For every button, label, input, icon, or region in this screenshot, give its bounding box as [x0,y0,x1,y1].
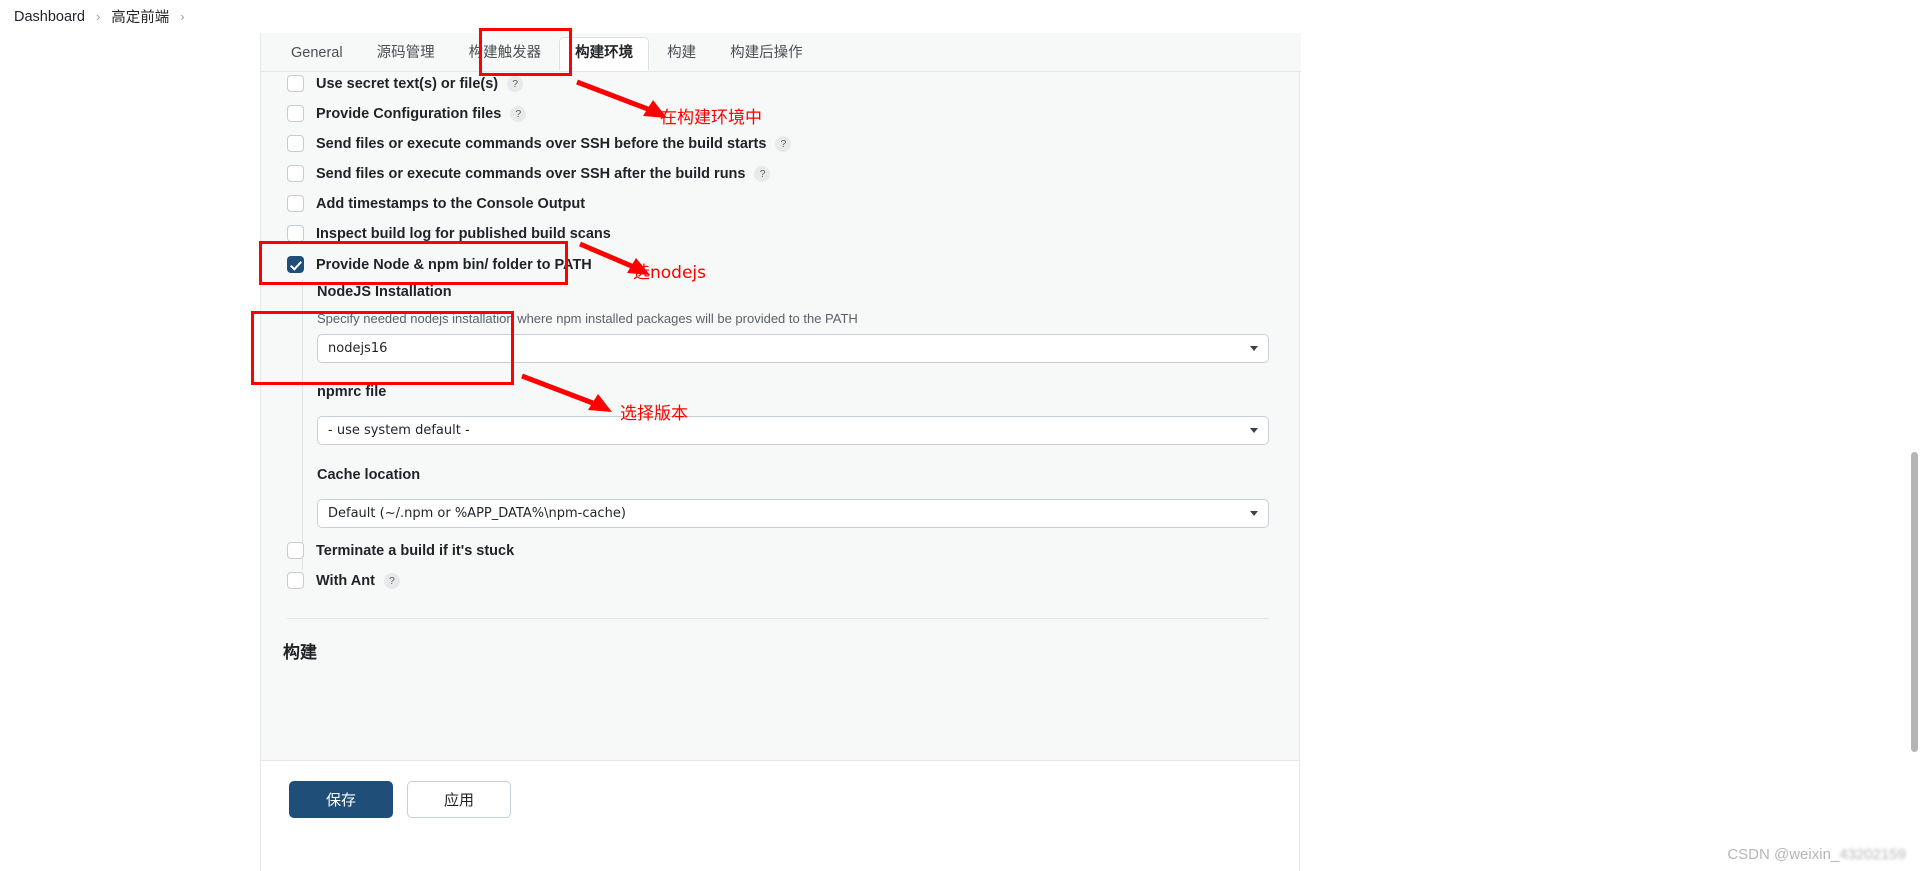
select-nodejs-installation-value: nodejs16 [328,341,388,356]
watermark-id: 43202159 [1839,846,1906,863]
checkbox-ssh-before-build[interactable] [287,135,304,152]
checkbox-label-terminate-build: Terminate a build if it's stuck [316,542,515,559]
checkbox-row-secret-text[interactable]: Use secret text(s) or file(s) ? [287,75,524,92]
config-tab-bar: General 源码管理 构建触发器 构建环境 构建 构建后操作 [261,30,1301,72]
annotation-label-3: 选择版本 [620,404,688,424]
jenkins-config-screen: Dashboard › 高定前端 › General 源码管理 构建触发器 构建… [0,0,1920,871]
chevron-down-icon-cache [1250,511,1258,516]
checkbox-terminate-build[interactable] [287,542,304,559]
chevron-down-icon [1250,346,1258,351]
label-cache-location: Cache location [317,467,421,483]
checkbox-row-config-files[interactable]: Provide Configuration files ? [287,105,527,122]
select-nodejs-installation[interactable]: nodejs16 [317,334,1269,363]
chevron-down-icon-npmrc [1250,428,1258,433]
help-icon-use-secret-text[interactable]: ? [507,75,524,92]
breadcrumb-separator-icon-2: › [180,9,185,24]
tab-post-build[interactable]: 构建后操作 [714,37,819,71]
section-rail [302,280,303,570]
help-icon-provide-config-files[interactable]: ? [510,105,527,122]
checkbox-label-provide-node-npm: Provide Node & npm bin/ folder to PATH [316,256,592,273]
watermark: CSDN @weixin_43202159 [1727,846,1906,863]
checkbox-label-ssh-after-build: Send files or execute commands over SSH … [316,165,746,182]
checkbox-label-ssh-before-build: Send files or execute commands over SSH … [316,135,767,152]
tab-build[interactable]: 构建 [651,37,712,71]
checkbox-use-secret-text[interactable] [287,75,304,92]
annotation-label-1: 在构建环境中 [660,108,762,128]
breadcrumb-separator-icon: › [95,9,101,24]
page-scrollbar[interactable] [1911,452,1918,752]
checkbox-inspect-build-log[interactable] [287,225,304,242]
save-button[interactable]: 保存 [289,781,393,818]
checkbox-row-ssh-after[interactable]: Send files or execute commands over SSH … [287,165,771,182]
tab-scm-label: 源码管理 [376,45,435,61]
select-cache-location[interactable]: Default (~/.npm or %APP_DATA%\npm-cache) [317,499,1269,528]
help-icon-ssh-before-build[interactable]: ? [775,135,792,152]
breadcrumb-item-dashboard[interactable]: Dashboard [14,9,85,25]
checkbox-ssh-after-build[interactable] [287,165,304,182]
tab-post-build-label: 构建后操作 [730,45,803,61]
apply-button[interactable]: 应用 [407,781,511,818]
checkbox-label-add-timestamps: Add timestamps to the Console Output [316,195,586,212]
checkbox-provide-config-files[interactable] [287,105,304,122]
checkbox-label-with-ant: With Ant [316,572,375,589]
checkbox-add-timestamps[interactable] [287,195,304,212]
tab-general-label: General [291,45,343,61]
hint-nodejs-installation: Specify needed nodejs installation where… [317,311,858,326]
help-icon-with-ant[interactable]: ? [383,572,400,589]
breadcrumb: Dashboard › 高定前端 › [0,0,1920,33]
breadcrumb-item-project[interactable]: 高定前端 [111,6,169,27]
tab-scm[interactable]: 源码管理 [361,37,451,71]
select-cache-location-value: Default (~/.npm or %APP_DATA%\npm-cache) [328,506,626,521]
checkbox-with-ant[interactable] [287,572,304,589]
checkbox-provide-node-npm[interactable] [287,256,304,273]
checkbox-row-with-ant[interactable]: With Ant ? [287,572,400,589]
tab-build-label: 构建 [667,45,697,61]
build-environment-form: Use secret text(s) or file(s) ? Provide … [261,72,1301,760]
tab-build-environment[interactable]: 构建环境 [559,37,650,71]
help-icon-ssh-after-build[interactable]: ? [754,165,771,182]
section-divider [287,618,1269,619]
checkbox-row-provide-node[interactable]: Provide Node & npm bin/ folder to PATH [287,256,592,273]
tab-build-triggers-label: 构建触发器 [468,45,542,61]
watermark-prefix: CSDN @weixin_ [1727,846,1840,863]
tab-general[interactable]: General [275,37,359,71]
build-section-title: 构建 [283,643,317,662]
label-nodejs-installation: NodeJS Installation [317,284,452,300]
checkbox-row-terminate-build[interactable]: Terminate a build if it's stuck [287,542,514,559]
checkbox-row-timestamps[interactable]: Add timestamps to the Console Output [287,195,585,212]
checkbox-label-use-secret-text: Use secret text(s) or file(s) [316,75,499,92]
form-action-bar: 保存 应用 [260,760,1300,871]
label-npmrc-file: npmrc file [317,384,387,400]
select-npmrc-file-value: - use system default - [328,423,470,438]
checkbox-label-provide-config-files: Provide Configuration files [316,105,502,122]
config-panel: General 源码管理 构建触发器 构建环境 构建 构建后操作 Use sec… [260,0,1301,760]
checkbox-row-ssh-before[interactable]: Send files or execute commands over SSH … [287,135,792,152]
select-npmrc-file[interactable]: - use system default - [317,416,1269,445]
tab-build-triggers[interactable]: 构建触发器 [453,37,558,71]
annotation-label-2: 选nodejs [633,263,707,283]
checkbox-label-inspect-build-log: Inspect build log for published build sc… [316,225,611,242]
nodejs-subsection: NodeJS Installation Specify needed nodej… [261,280,1301,570]
checkbox-row-inspect-build-log[interactable]: Inspect build log for published build sc… [287,225,611,242]
tab-build-environment-label: 构建环境 [575,45,634,61]
